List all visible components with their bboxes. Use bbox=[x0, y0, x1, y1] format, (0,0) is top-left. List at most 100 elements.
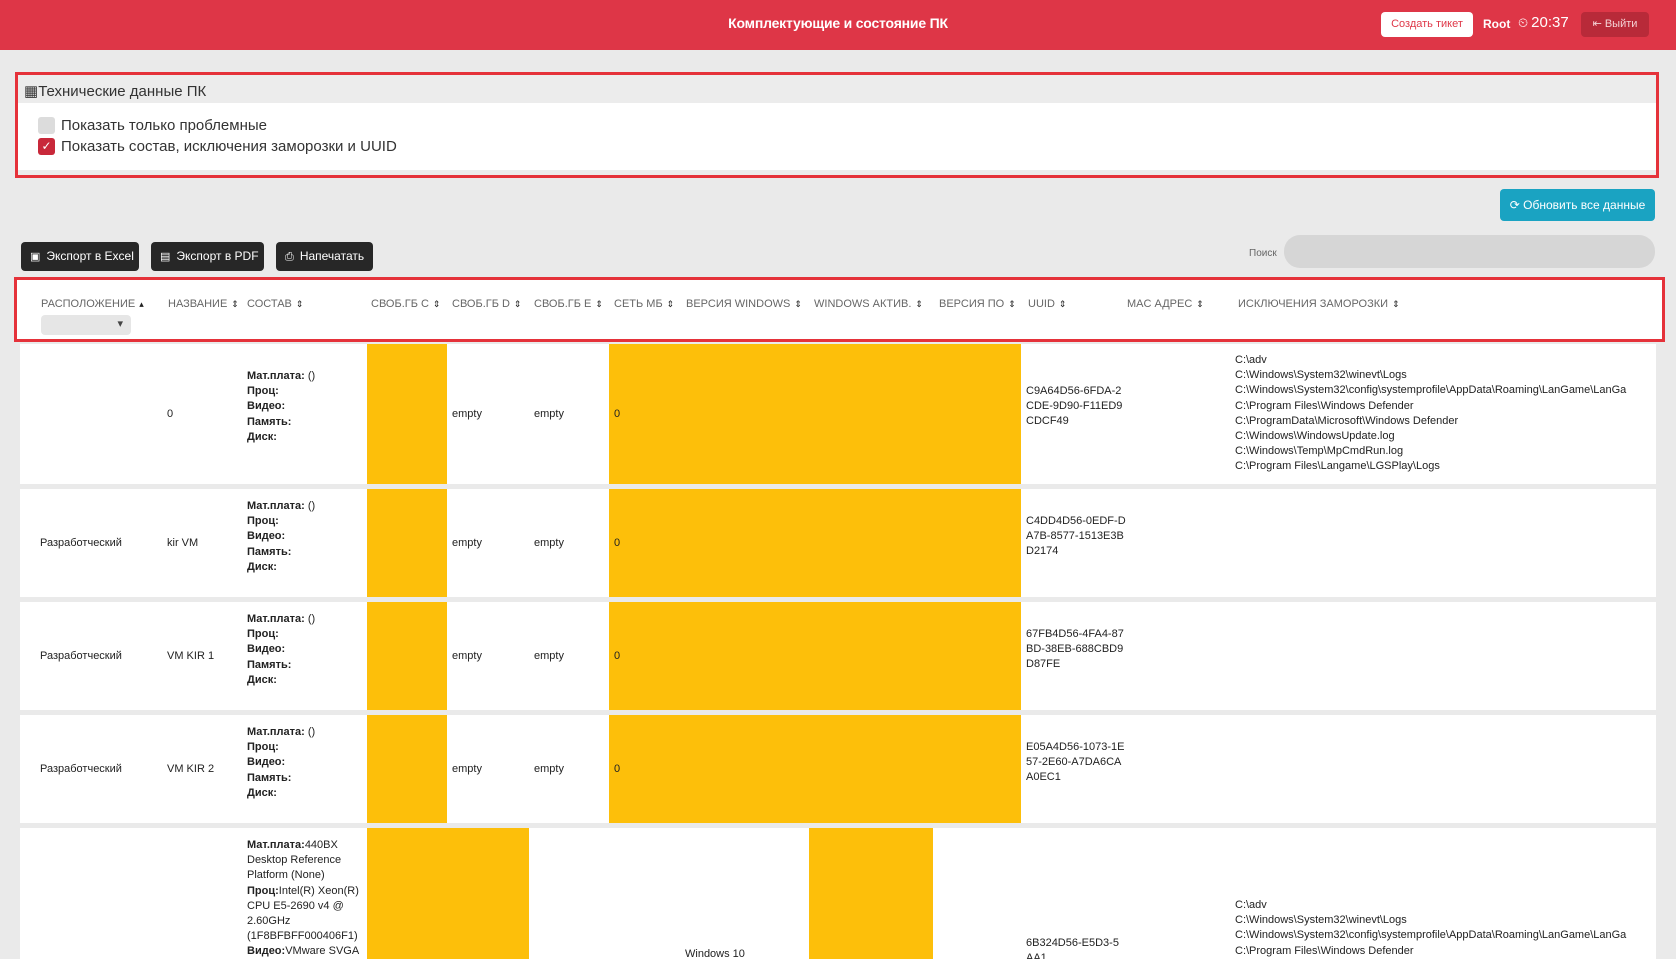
col-name[interactable]: НАЗВАНИЕ ⇕ bbox=[168, 298, 239, 310]
col-composition[interactable]: СОСТАВ ⇕ bbox=[247, 298, 303, 310]
table-row[interactable]: Мат.плата:440BX Desktop Reference Platfo… bbox=[20, 828, 1656, 959]
mb-value: () bbox=[304, 500, 316, 512]
exclusion-line: C:\Program Files\Windows Defender bbox=[1235, 944, 1414, 957]
sort-icon: ⇕ bbox=[432, 299, 441, 309]
logout-label: Выйти bbox=[1604, 18, 1638, 30]
col-freeze-exclusions[interactable]: ИСКЛЮЧЕНИЯ ЗАМОРОЗКИ ⇕ bbox=[1238, 298, 1400, 310]
panel-header: ▦Технические данные ПК bbox=[18, 75, 1656, 103]
free-e-cell: empty bbox=[534, 537, 564, 549]
print-button[interactable]: ⎙ Напечатать bbox=[276, 242, 373, 271]
col-mac[interactable]: MAC АДРЕС ⇕ bbox=[1127, 298, 1204, 310]
location-filter-select[interactable] bbox=[41, 315, 131, 335]
sort-icon: ⇕ bbox=[295, 299, 304, 309]
highlight-cell bbox=[809, 828, 933, 959]
export-pdf-button[interactable]: ▤ Экспорт в PDF bbox=[151, 242, 264, 271]
exclusion-line: C:\adv bbox=[1235, 354, 1267, 366]
panel-body: Показать только проблемные ✓ Показать со… bbox=[18, 103, 1656, 170]
search-input[interactable] bbox=[1284, 235, 1655, 268]
option-problem-only-label: Показать только проблемные bbox=[61, 117, 267, 134]
uuid-cell: 6B324D56-E5D3-5AA1 bbox=[1026, 937, 1119, 959]
exclusion-line: C:\Windows\System32\winevt\Logs bbox=[1235, 914, 1407, 927]
print-icon: ⎙ bbox=[285, 251, 294, 263]
option-show-composition[interactable]: ✓ Показать состав, исключения заморозки … bbox=[38, 138, 397, 155]
free-c-cell bbox=[367, 715, 447, 823]
location-cell: Разработческий bbox=[40, 537, 122, 549]
composition-cell: Мат.плата: () Проц: Видео: Память: Диск: bbox=[247, 369, 315, 445]
network-cell: 0 bbox=[614, 763, 621, 775]
col-uuid[interactable]: UUID ⇕ bbox=[1028, 298, 1066, 310]
col-free-d[interactable]: СВОБ.ГБ D ⇕ bbox=[452, 298, 521, 310]
ram-line: Память: bbox=[247, 415, 315, 430]
mb-value: () bbox=[304, 370, 316, 382]
disk-line: Диск: bbox=[247, 673, 315, 688]
export-excel-button[interactable]: ▣ Экспорт в Excel bbox=[21, 242, 139, 271]
col-name-label: НАЗВАНИЕ bbox=[168, 298, 228, 310]
checkbox-problem-only[interactable] bbox=[38, 117, 55, 134]
refresh-icon: ⟳ bbox=[1509, 198, 1524, 212]
disk-line: Диск: bbox=[247, 430, 315, 445]
col-windows-activation[interactable]: WINDOWS АКТИВ. ⇕ bbox=[814, 298, 923, 310]
col-location[interactable]: РАСПОЛОЖЕНИЕ ▴ bbox=[41, 298, 144, 310]
col-free-c-label: СВОБ.ГБ C bbox=[371, 298, 429, 310]
cpu-label: Проц: bbox=[247, 628, 279, 641]
cpu-label: Проц: bbox=[247, 515, 279, 528]
exclusion-line: C:\Program Files\Windows Defender bbox=[1235, 399, 1414, 412]
gpu-label: Видео: bbox=[247, 643, 286, 656]
free-c-cell bbox=[367, 344, 447, 484]
exclusions-cell: C:\adv C:\Windows\System32\winevt\Logs C… bbox=[1235, 353, 1626, 475]
col-free-e[interactable]: СВОБ.ГБ E ⇕ bbox=[534, 298, 603, 310]
checkbox-show-composition[interactable]: ✓ bbox=[38, 138, 55, 155]
mb-line: Мат.плата: () bbox=[247, 725, 315, 740]
cpu-line: Проц: bbox=[247, 627, 315, 642]
ram-label: Память: bbox=[247, 658, 292, 671]
network-cell: 0 bbox=[614, 537, 621, 549]
table-header: РАСПОЛОЖЕНИЕ ▴ НАЗВАНИЕ ⇕ СОСТАВ ⇕ СВОБ.ГБ … bbox=[14, 277, 1665, 342]
free-d-cell: empty bbox=[452, 650, 482, 662]
name-cell: kir VM bbox=[167, 537, 199, 549]
free-d-cell: empty bbox=[452, 537, 482, 549]
mb-line: Мат.плата: () bbox=[247, 499, 315, 514]
network-cell: 0 bbox=[614, 650, 621, 662]
col-software-version[interactable]: ВЕРСИЯ ПО ⇕ bbox=[939, 298, 1016, 310]
free-d-cell: empty bbox=[452, 408, 482, 420]
exclusion-line: C:\Windows\System32\config\systemprofile… bbox=[1235, 384, 1627, 397]
cpu-label: Проц: bbox=[247, 741, 279, 754]
sort-icon: ⇕ bbox=[915, 299, 923, 309]
table-row[interactable]: Разработческий kir VM Мат.плата: () Проц… bbox=[20, 489, 1656, 597]
gpu-line: Видео: bbox=[247, 529, 315, 544]
logout-button[interactable]: ⇤ Выйти bbox=[1581, 12, 1649, 37]
free-c-cell bbox=[367, 602, 447, 710]
table-row[interactable]: Разработческий VM KIR 2 Мат.плата: () Пр… bbox=[20, 715, 1656, 823]
composition-cell: Мат.плата: () Проц: Видео: Память: Диск: bbox=[247, 499, 315, 575]
uuid-cell: E05A4D56-1073-1E57-2E60-A7DA6CAA0EC1 bbox=[1026, 741, 1125, 783]
create-ticket-button[interactable]: Создать тикет bbox=[1381, 12, 1473, 37]
user-name[interactable]: Root bbox=[1483, 17, 1510, 31]
refresh-all-button[interactable]: ⟳ Обновить все данные bbox=[1500, 189, 1655, 221]
free-e-cell: empty bbox=[534, 650, 564, 662]
gpu-label: Видео: bbox=[247, 945, 286, 958]
col-network[interactable]: СЕТЬ МБ ⇕ bbox=[614, 298, 674, 310]
export-pdf-label: Экспорт в PDF bbox=[176, 249, 259, 263]
ram-label: Память: bbox=[247, 545, 292, 558]
highlight-cell bbox=[609, 715, 1021, 823]
highlight-cell bbox=[609, 344, 1021, 484]
disk-label: Диск: bbox=[247, 786, 277, 799]
clock: ⏲ 20:37 bbox=[1518, 14, 1569, 31]
excel-icon: ▣ bbox=[30, 251, 41, 263]
name-cell: VM KIR 1 bbox=[167, 650, 215, 662]
cpu-line: Проц:Intel(R) Xeon(R) CPU E5-2690 v4 @ 2… bbox=[247, 884, 365, 945]
cpu-label: Проц: bbox=[247, 884, 279, 897]
uuid-cell: C4DD4D56-0EDF-DA7B-8577-1513E3BD2174 bbox=[1026, 515, 1126, 557]
option-problem-only[interactable]: Показать только проблемные bbox=[38, 117, 267, 134]
network-cell: 0 bbox=[614, 408, 621, 420]
exclusion-line: C:\Windows\System32\config\systemprofile… bbox=[1235, 929, 1627, 942]
table-row[interactable]: Разработческий VM KIR 1 Мат.плата: () Пр… bbox=[20, 602, 1656, 710]
col-composition-label: СОСТАВ bbox=[247, 298, 292, 310]
mb-line: Мат.плата: () bbox=[247, 612, 315, 627]
sort-icon: ⇕ bbox=[231, 299, 239, 309]
col-free-c[interactable]: СВОБ.ГБ C ⇕ bbox=[371, 298, 440, 310]
table-row[interactable]: 0 Мат.плата: () Проц: Видео: Память: Дис… bbox=[20, 344, 1656, 484]
option-show-composition-label: Показать состав, исключения заморозки и … bbox=[61, 138, 397, 155]
col-windows-version[interactable]: ВЕРСИЯ WINDOWS ⇕ bbox=[686, 298, 802, 310]
name-cell: 0 bbox=[167, 408, 174, 420]
